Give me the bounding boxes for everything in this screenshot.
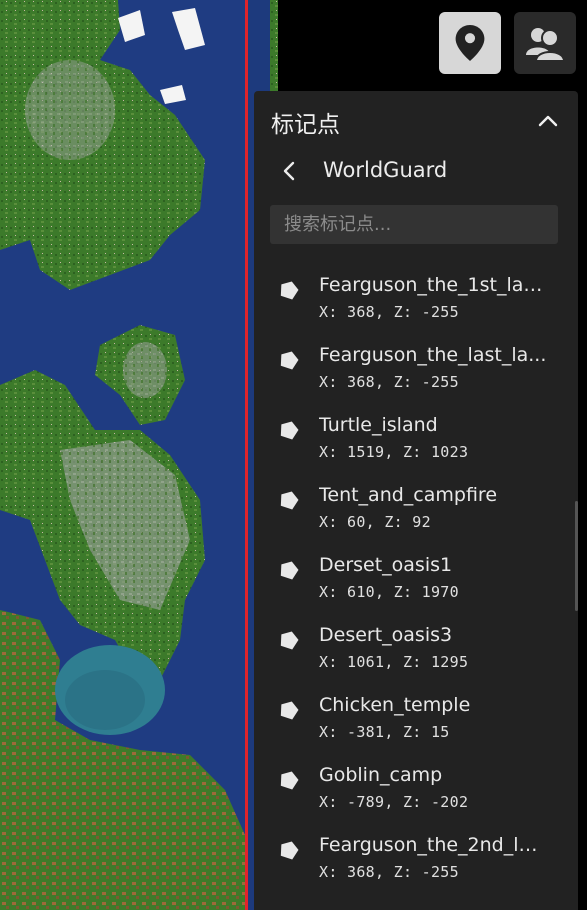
marker-coords: X: -789, Z: -202 [319, 793, 469, 811]
marker-coords: X: 1061, Z: 1295 [319, 653, 469, 671]
back-to-marker-sets-button[interactable]: WorldGuard [270, 153, 550, 189]
marker-pentagon-icon [280, 491, 299, 510]
marker-pentagon-icon [280, 351, 299, 370]
markers-toggle-button[interactable] [439, 12, 501, 74]
marker-list-item[interactable]: Turtle_island X: 1519, Z: 1023 [254, 395, 564, 465]
marker-list-item[interactable]: Goblin_camp X: -789, Z: -202 [254, 745, 564, 815]
marker-search-input[interactable] [270, 205, 558, 244]
marker-coords: X: 368, Z: -255 [319, 863, 459, 881]
marker-name: Goblin_camp [319, 764, 443, 786]
marker-pentagon-icon [280, 281, 299, 300]
marker-list-scrollbar[interactable] [575, 501, 578, 611]
marker-pentagon-icon [280, 421, 299, 440]
marker-coords: X: 368, Z: -255 [319, 303, 459, 321]
map-terrain [0, 0, 278, 910]
marker-list-item[interactable]: Tent_and_campfire X: 60, Z: 92 [254, 465, 564, 535]
marker-pentagon-icon [280, 561, 299, 580]
chevron-up-icon [538, 115, 558, 127]
players-toggle-button[interactable] [514, 12, 576, 74]
marker-coords: X: 610, Z: 1970 [319, 583, 459, 601]
marker-name: Turtle_island [319, 414, 438, 436]
marker-list-item[interactable]: Fearguson_the_last_la... X: 368, Z: -255 [254, 325, 564, 395]
marker-name: Tent_and_campfire [319, 484, 498, 506]
marker-pentagon-icon [280, 631, 299, 650]
markers-panel: 标记点 WorldGuard Fearguson_the_1st_lay... X… [254, 91, 578, 910]
marker-list-item[interactable]: Derset_oasis1 X: 610, Z: 1970 [254, 535, 564, 605]
chevron-left-icon [283, 161, 295, 181]
marker-list-item[interactable]: Desert_oasis3 X: 1061, Z: 1295 [254, 605, 564, 675]
marker-pentagon-icon [280, 841, 299, 860]
marker-name: Chicken_temple [319, 694, 471, 716]
marker-name: Fearguson_the_last_la... [319, 344, 547, 366]
marker-list-item[interactable]: Fearguson_the_1st_lay... X: 368, Z: -255 [254, 255, 564, 325]
marker-set-name: WorldGuard [323, 158, 448, 182]
marker-name: Desert_oasis3 [319, 624, 453, 646]
map-pin-icon [455, 25, 485, 61]
marker-list-item[interactable]: Fearguson_the_2nd_la... X: 368, Z: -255 [254, 815, 564, 885]
panel-title: 标记点 [271, 112, 340, 138]
marker-name: Fearguson_the_1st_lay... [319, 274, 547, 296]
marker-name: Fearguson_the_2nd_la... [319, 834, 547, 856]
marker-coords: X: 368, Z: -255 [319, 373, 459, 391]
marker-coords: X: 1519, Z: 1023 [319, 443, 469, 461]
marker-pentagon-icon [280, 701, 299, 720]
marker-list-item[interactable]: Chicken_temple X: -381, Z: 15 [254, 675, 564, 745]
marker-coords: X: -381, Z: 15 [319, 723, 450, 741]
world-map[interactable] [0, 0, 278, 910]
marker-pentagon-icon [280, 771, 299, 790]
marker-coords: X: 60, Z: 92 [319, 513, 431, 531]
marker-list[interactable]: Fearguson_the_1st_lay... X: 368, Z: -255 F… [254, 251, 578, 910]
marker-name: Derset_oasis1 [319, 554, 453, 576]
collapse-panel-button[interactable] [532, 105, 564, 137]
players-icon [526, 28, 564, 61]
